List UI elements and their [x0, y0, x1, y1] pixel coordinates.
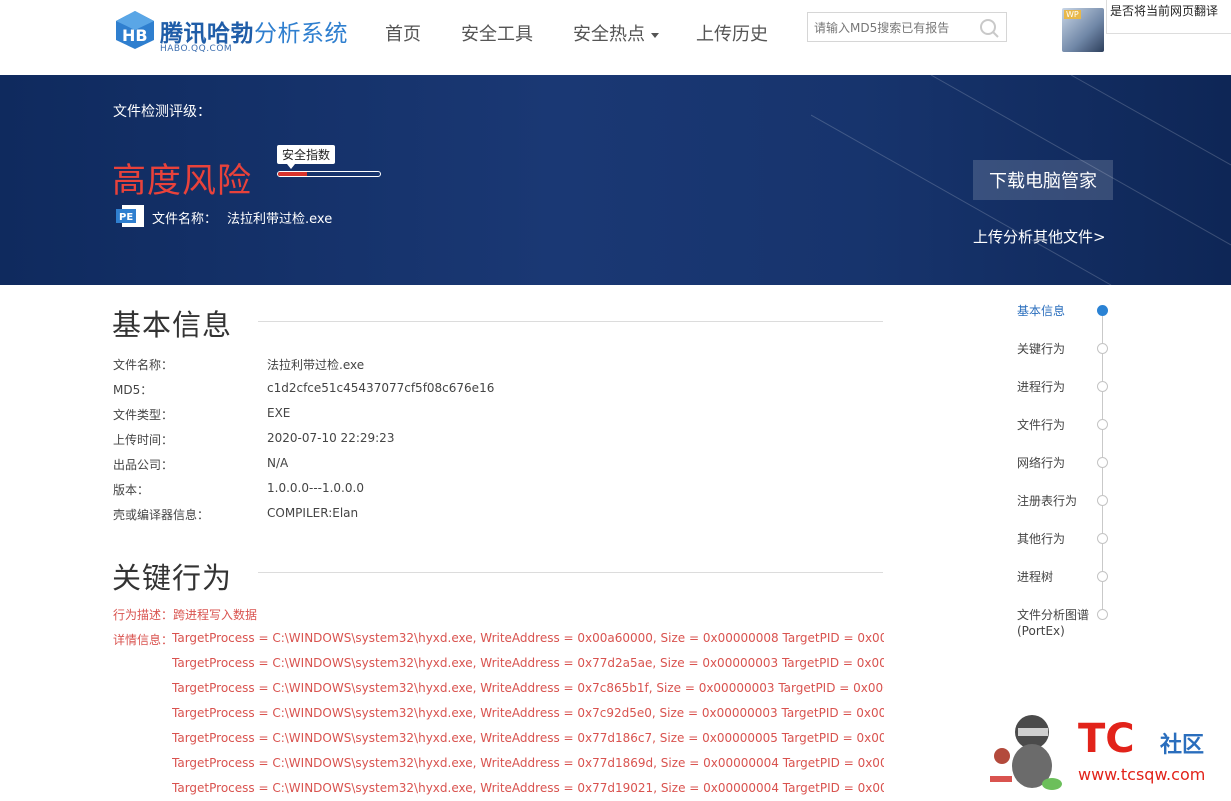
nav-security-hotspots-label: 安全热点 — [573, 24, 645, 45]
file-name-label: 文件名称： — [152, 212, 218, 227]
section-title-key-behavior: 关键行为 — [112, 561, 233, 595]
section-divider — [258, 572, 883, 573]
side-nav-dot-icon — [1097, 571, 1108, 582]
nav-security-hotspots[interactable]: 安全热点 — [573, 20, 659, 46]
upload-other-file-link[interactable]: 上传分析其他文件> — [973, 226, 1106, 247]
side-nav-label: 进程树 — [1017, 570, 1054, 584]
side-nav-dot-icon — [1097, 609, 1108, 620]
download-pc-manager-button[interactable]: 下载电脑管家 — [973, 160, 1113, 200]
safety-index-bar — [277, 171, 381, 177]
detail-line: TargetProcess = C:\WINDOWS\system32\hyxd… — [172, 756, 884, 770]
behavior-description: 行为描述：跨进程写入数据 — [113, 606, 257, 623]
side-nav-label: 文件行为 — [1017, 418, 1066, 432]
detail-line: TargetProcess = C:\WINDOWS\system32\hyxd… — [172, 681, 884, 695]
side-nav-item[interactable]: 基本信息 — [1017, 303, 1117, 319]
user-avatar[interactable]: WP — [1062, 8, 1104, 52]
svg-text:HB: HB — [122, 26, 148, 45]
side-nav-item[interactable]: 关键行为 — [1017, 341, 1117, 357]
info-value: 2020-07-10 22:29:23 — [267, 431, 395, 445]
side-nav-item[interactable]: 进程树 — [1017, 569, 1117, 585]
logo-title-rest: 分析系统 — [254, 21, 348, 47]
side-nav-label: 文件分析图谱 (PortEx) — [1017, 608, 1090, 638]
detail-line: TargetProcess = C:\WINDOWS\system32\hyxd… — [172, 731, 884, 745]
side-nav-item[interactable]: 其他行为 — [1017, 531, 1117, 547]
risk-level: 高度风险 — [112, 161, 252, 201]
section-title-basic-info: 基本信息 — [112, 308, 233, 342]
side-nav-label: 其他行为 — [1017, 532, 1066, 546]
info-value: 1.0.0.0---1.0.0.0 — [267, 481, 364, 495]
risk-banner: 文件检测评级： 高度风险 安全指数 PE 文件名称： 法拉利带过检.exe 下载… — [0, 75, 1231, 285]
safety-index-label: 安全指数 — [277, 145, 336, 169]
behavior-description-value: 跨进程写入数据 — [173, 608, 258, 622]
avatar-badge: WP — [1064, 10, 1081, 19]
nav-home[interactable]: 首页 — [385, 20, 421, 46]
side-nav-item[interactable]: 进程行为 — [1017, 379, 1117, 395]
habo-logo[interactable]: HB 腾讯哈勃分析系统 HABO.QQ.COM — [114, 8, 354, 58]
side-nav-label: 基本信息 — [1017, 304, 1066, 318]
info-value: N/A — [267, 456, 289, 470]
watermark-brand-suffix: 社区 — [1160, 732, 1204, 758]
info-value: 法拉利带过检.exe — [267, 358, 365, 372]
info-value: EXE — [267, 406, 291, 420]
md5-search-input[interactable] — [812, 18, 976, 38]
pe-file-icon: PE — [116, 205, 144, 227]
side-nav-dot-icon — [1097, 343, 1108, 354]
mascot-icon — [990, 715, 1062, 790]
search-icon[interactable] — [978, 17, 1000, 39]
info-key: 上传时间： — [113, 433, 174, 447]
info-key: 出品公司： — [113, 458, 174, 472]
watermark-url: www.tcsqw.com — [1078, 765, 1205, 784]
habo-logo-icon: HB — [116, 11, 154, 49]
info-key: 壳或编译器信息： — [113, 508, 210, 522]
info-key: 文件类型： — [113, 408, 174, 422]
tcsqw-watermark: TC 社区 www.tcsqw.com — [990, 715, 1205, 790]
md5-search-box — [807, 12, 1007, 42]
side-nav-item[interactable]: 注册表行为 — [1017, 493, 1117, 509]
logo-subtitle: HABO.QQ.COM — [160, 44, 233, 54]
info-key: 版本： — [113, 483, 150, 497]
info-key: MD5： — [113, 383, 153, 397]
side-nav-label: 注册表行为 — [1017, 494, 1078, 508]
file-name-value: 法拉利带过检.exe — [227, 212, 333, 227]
section-divider — [258, 321, 883, 322]
nav-upload-history[interactable]: 上传历史 — [696, 20, 768, 46]
watermark-brand: TC — [1078, 716, 1135, 762]
side-nav-item[interactable]: 文件分析图谱 (PortEx) — [1017, 607, 1117, 639]
side-nav-label: 进程行为 — [1017, 380, 1066, 394]
safety-index-fill — [278, 172, 307, 176]
detail-line: TargetProcess = C:\WINDOWS\system32\hyxd… — [172, 781, 884, 795]
info-key: 文件名称： — [113, 358, 174, 372]
detail-line: TargetProcess = C:\WINDOWS\system32\hyxd… — [172, 656, 884, 670]
side-nav-dot-icon — [1097, 457, 1108, 468]
behavior-description-label: 行为描述： — [113, 608, 174, 622]
detail-line: TargetProcess = C:\WINDOWS\system32\hyxd… — [172, 631, 884, 645]
logo-title: 腾讯哈勃分析系统 — [160, 14, 348, 48]
side-nav-label: 网络行为 — [1017, 456, 1066, 470]
rating-label: 文件检测评级： — [113, 104, 211, 120]
detail-line: TargetProcess = C:\WINDOWS\system32\hyxd… — [172, 706, 884, 720]
side-nav-dot-icon — [1097, 305, 1108, 316]
side-nav-label: 关键行为 — [1017, 342, 1066, 356]
nav-security-tools[interactable]: 安全工具 — [461, 20, 533, 46]
info-value: c1d2cfce51c45437077cf5f08c676e16 — [267, 381, 495, 395]
top-header: HB 腾讯哈勃分析系统 HABO.QQ.COM 首页 安全工具 安全热点 上传历… — [0, 0, 1231, 75]
side-nav-dot-icon — [1097, 495, 1108, 506]
pe-file-icon-text: PE — [119, 212, 133, 223]
side-nav-item[interactable]: 文件行为 — [1017, 417, 1117, 433]
detail-info-label: 详情信息： — [113, 633, 174, 647]
translate-prompt[interactable]: 是否将当前网页翻译 — [1106, 0, 1231, 34]
side-nav-dot-icon — [1097, 533, 1108, 544]
chevron-down-icon — [651, 32, 659, 38]
info-value: COMPILER:Elan — [267, 506, 359, 520]
side-nav-item[interactable]: 网络行为 — [1017, 455, 1117, 471]
side-nav-dot-icon — [1097, 419, 1108, 430]
side-nav-dot-icon — [1097, 381, 1108, 392]
